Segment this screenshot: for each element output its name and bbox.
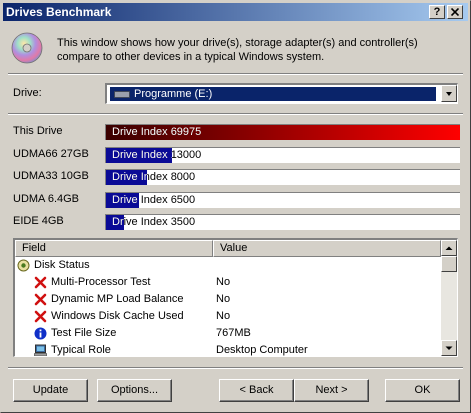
drive-select[interactable]: Programme (E:) bbox=[105, 83, 458, 104]
title-bar[interactable]: Drives Benchmark ? bbox=[3, 3, 468, 21]
scroll-down-button[interactable] bbox=[441, 340, 457, 356]
update-button[interactable]: Update bbox=[13, 379, 88, 402]
column-header-field[interactable]: Field bbox=[15, 240, 213, 257]
table-row[interactable]: Multi-Processor Test No bbox=[15, 274, 441, 291]
table-row[interactable]: Dynamic MP Load Balance No bbox=[15, 291, 441, 308]
drive-select-text: Programme (E:) bbox=[134, 88, 213, 100]
arrow-up-icon bbox=[445, 246, 453, 250]
intro-text: This window shows how your drive(s), sto… bbox=[57, 37, 418, 63]
drive-dropdown-button[interactable] bbox=[441, 85, 457, 102]
benchmark-bar-label-highlight: Drive Index 3500 bbox=[112, 216, 124, 228]
row-value: Desktop Computer bbox=[216, 344, 308, 356]
separator-top bbox=[8, 73, 463, 75]
table-row[interactable]: Windows Disk Cache Used No bbox=[15, 308, 441, 325]
separator-bottom bbox=[8, 367, 463, 369]
benchmark-label: EIDE 4GB bbox=[13, 215, 64, 227]
benchmark-bar: Drive Index 8000Drive Index 8000 bbox=[105, 169, 460, 185]
benchmark-label: UDMA33 10GB bbox=[13, 170, 89, 182]
ok-button[interactable]: OK bbox=[385, 379, 460, 402]
row-value: No bbox=[216, 293, 231, 305]
benchmark-bar-label: Drive Index 3500 bbox=[112, 216, 196, 228]
options-button[interactable]: Options... bbox=[97, 379, 172, 402]
details-table[interactable]: Field Value Disk Status Multi-Processor T… bbox=[13, 238, 458, 357]
row-field: Windows Disk Cache Used bbox=[51, 310, 184, 322]
row-field: Dynamic MP Load Balance bbox=[51, 293, 184, 305]
benchmark-label: This Drive bbox=[13, 125, 63, 137]
row-field: Typical Role bbox=[51, 344, 111, 356]
benchmark-label: UDMA66 27GB bbox=[13, 148, 89, 160]
red-x-icon bbox=[34, 293, 47, 306]
red-x-icon bbox=[34, 276, 47, 289]
info-icon bbox=[34, 327, 47, 340]
arrow-down-icon bbox=[445, 346, 453, 350]
row-field: Test File Size bbox=[51, 327, 117, 339]
row-field: Disk Status bbox=[34, 259, 90, 271]
benchmark-bar: Drive Index 3500Drive Index 3500 bbox=[105, 214, 460, 230]
vertical-scrollbar[interactable] bbox=[441, 240, 457, 356]
scroll-thumb[interactable] bbox=[441, 256, 457, 272]
computer-icon bbox=[34, 344, 47, 356]
table-row[interactable]: Typical Role Desktop Computer bbox=[15, 342, 441, 356]
benchmark-bar: Drive Index 69975 Drive Index 69975 bbox=[105, 124, 460, 140]
benchmark-bar-label-highlight: Drive Index 8000 bbox=[112, 171, 147, 183]
benchmark-bar-label-highlight: Drive Index 6500 bbox=[112, 194, 139, 206]
close-icon bbox=[450, 7, 460, 17]
window-title: Drives Benchmark bbox=[6, 5, 112, 19]
row-value: No bbox=[216, 276, 231, 288]
back-button[interactable]: < Back bbox=[219, 379, 294, 402]
table-row[interactable]: Test File Size 767MB bbox=[15, 325, 441, 342]
scroll-up-button[interactable] bbox=[441, 240, 457, 256]
close-button[interactable] bbox=[447, 5, 463, 19]
separator-mid bbox=[8, 113, 463, 115]
table-row[interactable]: Disk Status bbox=[15, 257, 441, 274]
row-value: 767MB bbox=[216, 327, 251, 339]
row-field: Multi-Processor Test bbox=[51, 276, 151, 288]
red-x-icon bbox=[34, 310, 47, 323]
benchmark-bar-label-overlay: Drive Index 3500 bbox=[106, 215, 124, 230]
help-button[interactable]: ? bbox=[429, 5, 445, 19]
benchmark-bar-label-overlay: Drive Index 69975 bbox=[106, 125, 460, 140]
cd-disc-icon bbox=[11, 32, 43, 64]
benchmark-bar-label-overlay: Drive Index 6500 bbox=[106, 193, 139, 208]
benchmark-bar: Drive Index 13000Drive Index 13000 bbox=[105, 147, 460, 163]
disk-status-icon bbox=[17, 259, 30, 272]
column-header-value[interactable]: Value bbox=[213, 240, 441, 257]
benchmark-bar-label-overlay: Drive Index 13000 bbox=[106, 148, 172, 163]
drive-icon bbox=[114, 91, 130, 98]
benchmark-label: UDMA 6.4GB bbox=[13, 193, 80, 205]
benchmark-bar-label-overlay: Drive Index 8000 bbox=[106, 170, 147, 185]
drive-select-value: Programme (E:) bbox=[110, 87, 436, 101]
benchmark-bar-label-highlight: Drive Index 69975 bbox=[112, 126, 202, 138]
drive-label: Drive: bbox=[13, 87, 42, 99]
benchmark-bar: Drive Index 6500Drive Index 6500 bbox=[105, 192, 460, 208]
benchmark-bar-label-highlight: Drive Index 13000 bbox=[112, 149, 172, 161]
row-value: No bbox=[216, 310, 231, 322]
next-button[interactable]: Next > bbox=[294, 379, 369, 402]
drives-benchmark-window: Drives Benchmark ? This window shows how… bbox=[0, 0, 471, 413]
